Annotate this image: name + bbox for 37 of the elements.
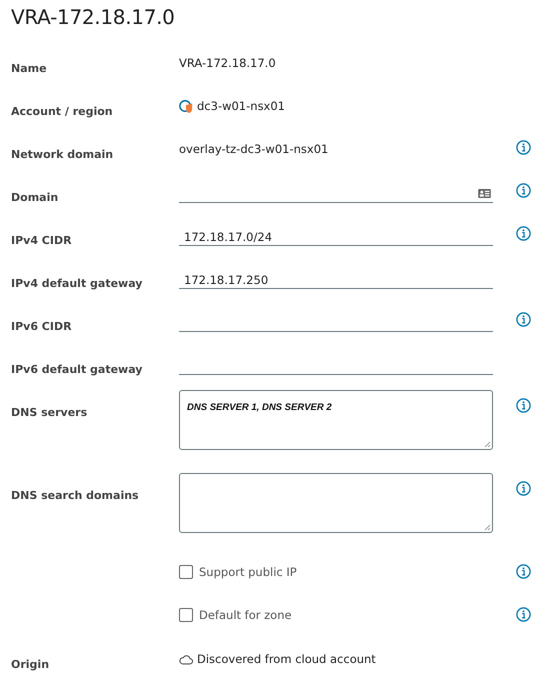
- info-icon[interactable]: [516, 226, 531, 241]
- field-label: IPv6 CIDR: [11, 320, 72, 333]
- field-label: Network domain: [11, 148, 114, 161]
- text-area[interactable]: DNS SERVER 1, DNS SERVER 2: [179, 390, 493, 450]
- info-icon[interactable]: [516, 183, 531, 198]
- field-label: DNS search domains: [11, 489, 139, 502]
- resize-grip-icon[interactable]: [483, 440, 491, 448]
- input-field[interactable]: 172.18.17.250: [179, 263, 493, 289]
- info-icon[interactable]: [516, 481, 531, 496]
- cloud-icon: [179, 654, 193, 664]
- info-icon[interactable]: [516, 564, 531, 579]
- field-label: Origin: [11, 658, 50, 671]
- field-label: IPv4 default gateway: [11, 277, 142, 290]
- field-value: VRA-172.18.17.0: [179, 56, 276, 70]
- info-icon[interactable]: [516, 140, 531, 155]
- field-label: IPv4 CIDR: [11, 234, 72, 247]
- field-label: DNS servers: [11, 406, 88, 419]
- checkbox-label[interactable]: Support public IP: [199, 565, 297, 579]
- field-label: Name: [11, 62, 47, 75]
- field-value: dc3-w01-nsx01: [197, 99, 285, 113]
- info-icon[interactable]: [516, 607, 531, 622]
- field-label: IPv6 default gateway: [11, 363, 142, 376]
- checkbox[interactable]: [179, 608, 193, 622]
- checkbox[interactable]: [179, 565, 193, 579]
- field-label: Domain: [11, 191, 58, 204]
- resize-grip-icon[interactable]: [483, 523, 491, 531]
- contact-card-icon[interactable]: [478, 189, 491, 198]
- info-icon[interactable]: [516, 398, 531, 413]
- page-title: VRA-172.18.17.0: [11, 4, 176, 30]
- checkbox-label[interactable]: Default for zone: [199, 608, 292, 622]
- field-label: Account / region: [11, 105, 113, 118]
- field-value: Discovered from cloud account: [197, 652, 376, 666]
- field-value: overlay-tz-dc3-w01-nsx01: [179, 142, 328, 156]
- info-icon[interactable]: [516, 312, 531, 327]
- text-area[interactable]: [179, 473, 493, 533]
- cloud-account-icon: [179, 99, 193, 113]
- input-field[interactable]: 172.18.17.0/24: [179, 220, 493, 246]
